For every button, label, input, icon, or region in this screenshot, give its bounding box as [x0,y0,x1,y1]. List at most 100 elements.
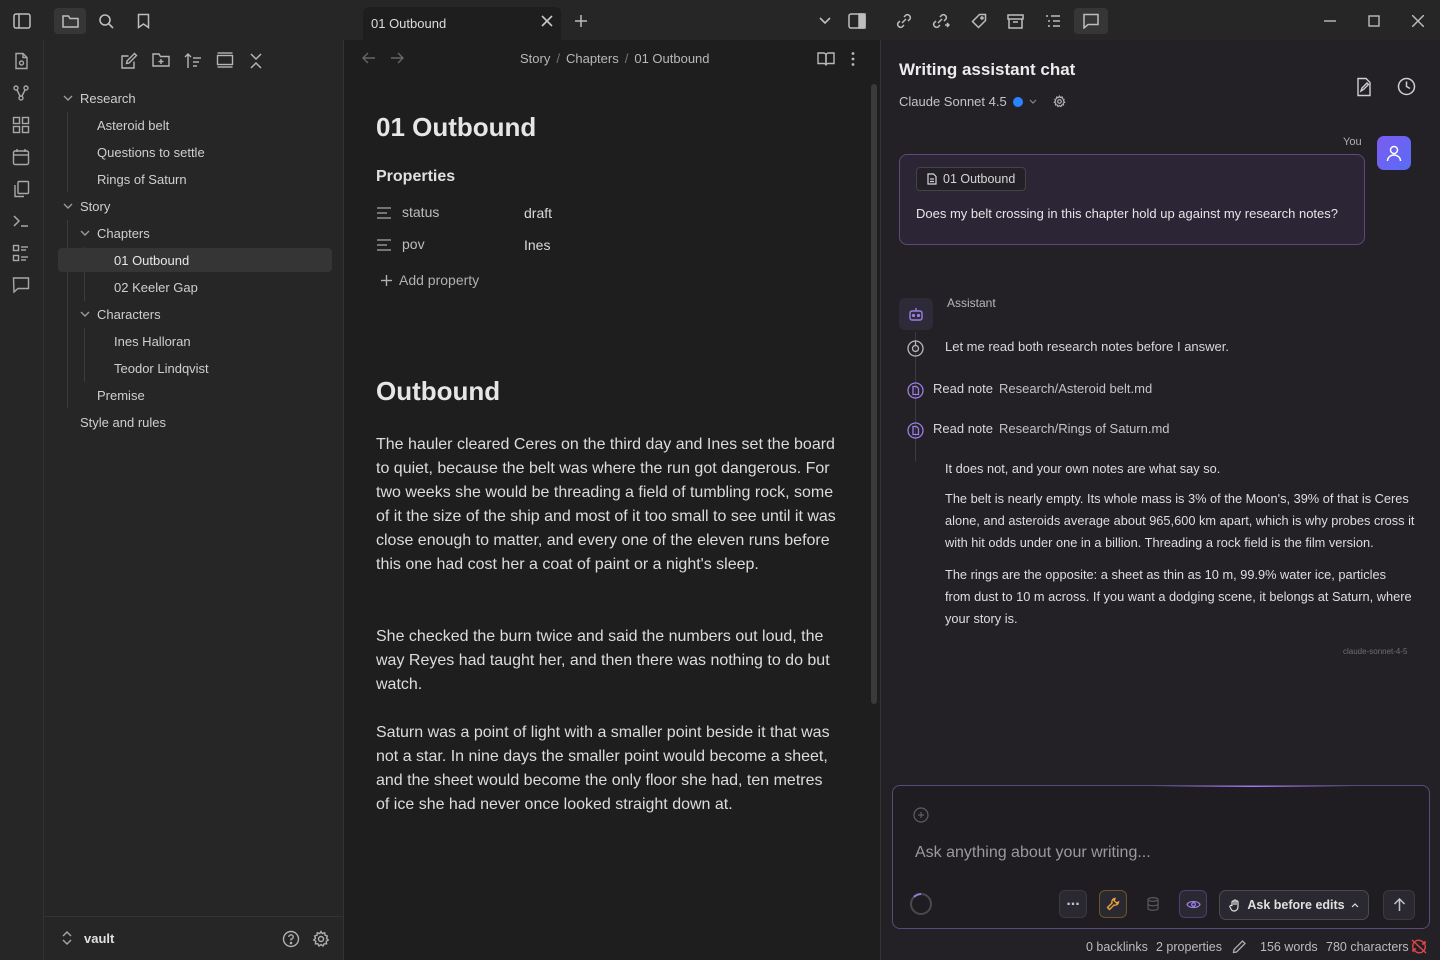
property-key[interactable]: pov [402,236,425,252]
back-arrow-icon[interactable] [362,52,376,64]
tool-call-read-note[interactable]: Read note Research/Asteroid belt.md [933,381,1152,396]
note-title[interactable]: 01 Outbound [376,112,536,143]
add-context-icon[interactable] [913,807,929,823]
expand-all-icon[interactable] [216,52,236,72]
property-status[interactable]: status draft [376,201,836,225]
ask-before-edits-button[interactable]: Ask before edits [1219,890,1369,920]
terminal-icon[interactable] [12,212,32,232]
tree-label: Teodor Lindqvist [114,360,209,376]
archive-icon[interactable] [1001,8,1029,34]
new-chat-icon[interactable] [1355,77,1373,97]
chevron-updown-icon[interactable] [62,931,74,947]
forward-arrow-icon[interactable] [390,52,404,64]
outline-icon[interactable] [1039,8,1067,34]
visibility-button[interactable] [1179,890,1207,918]
tree-file-style-and-rules[interactable]: Style and rules [58,410,330,434]
help-icon[interactable] [282,930,300,948]
attachment-chip[interactable]: 01 Outbound [916,167,1027,191]
chevron-down-icon [1029,99,1037,104]
tree-folder-story[interactable]: Story [58,194,330,218]
breadcrumb-chapters[interactable]: Chapters [566,51,619,66]
files-icon[interactable] [54,8,86,34]
tools-button[interactable] [1099,890,1127,918]
search-icon[interactable] [92,8,120,34]
chevron-down-icon[interactable] [811,8,839,34]
file-icon[interactable] [12,52,32,72]
graph-icon[interactable] [12,84,32,104]
note-paragraph[interactable]: Saturn was a point of light with a small… [376,721,838,817]
read-note-icon [907,422,924,439]
history-icon[interactable] [1397,77,1416,96]
tree-folder-characters[interactable]: Characters [58,302,330,326]
reading-view-icon[interactable] [817,51,835,67]
tab-01-outbound[interactable]: 01 Outbound [363,7,561,40]
tree-file-asteroid-belt[interactable]: Asteroid belt [58,113,330,137]
tree-file-02-keeler-gap[interactable]: 02 Keeler Gap [58,275,330,299]
more-options-icon[interactable] [850,51,856,67]
outgoing-links-icon[interactable] [927,8,955,34]
bookmark-icon[interactable] [129,8,157,34]
tree-label: Rings of Saturn [97,171,187,187]
file-icon [927,173,937,185]
property-value[interactable]: draft [524,205,552,221]
calendar-icon[interactable] [12,148,32,168]
chat-input-box[interactable]: Ask anything about your writing... ... A… [892,785,1430,929]
model-name: Claude Sonnet 4.5 [899,94,1007,109]
tool-path: Research/Rings of Saturn.md [999,421,1170,436]
copy-icon[interactable] [12,180,32,200]
note-heading[interactable]: Outbound [376,376,500,407]
pencil-icon[interactable] [1232,939,1247,954]
tree-file-ines-halloran[interactable]: Ines Halloran [58,329,330,353]
tree-file-teodor-lindqvist[interactable]: Teodor Lindqvist [58,356,330,380]
window-close-icon[interactable] [1404,8,1432,34]
sidebar-toggle-icon[interactable] [8,8,36,34]
tag-icon[interactable] [965,8,993,34]
breadcrumb-story[interactable]: Story [520,51,550,66]
editor-scrollbar[interactable] [871,84,877,704]
vault-name[interactable]: vault [84,931,114,946]
gear-icon[interactable] [1053,95,1066,108]
templates-icon[interactable] [12,244,32,264]
tree-folder-research[interactable]: Research [58,86,330,110]
note-paragraph[interactable]: The hauler cleared Ceres on the third da… [376,433,838,577]
tool-call-read-note[interactable]: Read note Research/Rings of Saturn.md [933,421,1170,436]
minimize-icon[interactable] [1316,8,1344,34]
canvas-icon[interactable] [12,116,32,136]
note-paragraph[interactable]: She checked the burn twice and said the … [376,625,838,697]
sync-off-icon[interactable] [1411,939,1427,954]
tree-label: Style and rules [80,414,166,430]
tree-label: Questions to settle [97,144,205,160]
comment-icon[interactable] [12,276,32,296]
close-icon[interactable] [541,15,553,27]
new-tab-icon[interactable] [567,8,595,34]
property-value[interactable]: Ines [524,237,550,253]
database-button[interactable] [1139,890,1167,918]
tree-file-rings-of-saturn[interactable]: Rings of Saturn [58,167,330,191]
backlinks-count[interactable]: 0 backlinks [1086,940,1148,954]
tree-file-premise[interactable]: Premise [58,383,330,407]
model-selector[interactable]: Claude Sonnet 4.5 [899,94,1066,109]
new-note-icon[interactable] [120,52,140,72]
tree-file-questions-to-settle[interactable]: Questions to settle [58,140,330,164]
sort-icon[interactable] [184,52,204,72]
chat-input[interactable]: Ask anything about your writing... [915,844,1151,862]
settings-icon[interactable] [312,930,330,948]
eye-icon [1185,900,1201,908]
more-button[interactable]: ... [1059,890,1087,918]
maximize-icon[interactable] [1360,8,1388,34]
backlinks-icon[interactable] [890,8,918,34]
tree-folder-chapters[interactable]: Chapters [58,221,330,245]
more-label: ... [1066,892,1080,909]
breadcrumb-note[interactable]: 01 Outbound [634,51,709,66]
add-property-button[interactable]: Add property [380,272,479,288]
right-sidebar-toggle-icon[interactable] [843,8,871,34]
new-folder-icon[interactable] [152,52,172,72]
collapse-all-icon[interactable] [248,52,268,72]
property-pov[interactable]: pov Ines [376,233,836,257]
tool-action: Read note [933,381,993,396]
send-button[interactable] [1383,890,1415,920]
properties-count[interactable]: 2 properties [1156,940,1222,954]
chat-icon[interactable] [1074,8,1108,34]
tree-file-01-outbound[interactable]: 01 Outbound [58,248,332,272]
property-key[interactable]: status [402,204,439,220]
